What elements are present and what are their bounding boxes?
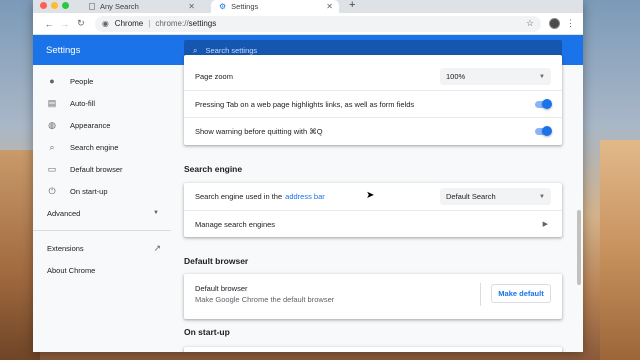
page-zoom-value: 100% <box>446 72 466 81</box>
quit-warning-label: Show warning before quitting with ⌘Q <box>195 126 323 136</box>
chrome-menu-icon[interactable]: ⋮ <box>566 18 575 29</box>
new-tab-button[interactable]: + <box>349 0 355 11</box>
tab-highlight-row: Pressing Tab on a web page highlights li… <box>184 90 562 117</box>
sidebar-item-label: Appearance <box>70 120 111 130</box>
quit-warning-row: Show warning before quitting with ⌘Q <box>184 117 562 144</box>
sidebar-item-label: Auto-fill <box>70 98 96 108</box>
search-icon: ⌕ <box>193 45 198 55</box>
chevron-right-icon: ▶ <box>542 221 548 228</box>
make-default-button[interactable]: Make default <box>480 283 551 306</box>
chrome-site-icon: ◉ <box>101 19 109 28</box>
default-browser-text: Default browser Make Google Chrome the d… <box>195 283 334 305</box>
sidebar-advanced-toggle[interactable]: Advanced ▼ <box>33 202 171 224</box>
forward-button[interactable]: → <box>57 19 73 29</box>
gear-icon: ⚙ <box>219 2 227 11</box>
search-engine-select[interactable]: Default Search ▼ <box>440 188 551 205</box>
browser-window: Any Search ✕ ⚙ Settings ✕ + ← → ↻ ◉ Chro… <box>33 0 583 352</box>
bookmark-star-icon[interactable]: ☆ <box>526 18 534 29</box>
sidebar-item-default-browser[interactable]: ▭ Default browser <box>33 158 171 180</box>
tab-settings[interactable]: ⚙ Settings ✕ <box>211 0 339 13</box>
dropdown-arrow-icon: ▼ <box>539 73 545 80</box>
person-icon: ● <box>49 76 55 86</box>
mouse-cursor-icon: ➤ <box>366 190 375 201</box>
sidebar-item-appearance[interactable]: ◍ Appearance <box>33 114 171 136</box>
startup-heading: On start-up <box>184 327 230 337</box>
page-icon <box>89 3 95 10</box>
default-browser-card: Default browser Make Google Chrome the d… <box>184 274 562 319</box>
tab-highlight-toggle[interactable] <box>535 99 552 109</box>
tab-label: Settings <box>231 2 259 11</box>
dropdown-arrow-icon: ▼ <box>539 193 545 200</box>
reload-button[interactable]: ↻ <box>73 18 89 29</box>
sidebar-item-label: Advanced <box>47 208 81 218</box>
quit-warning-toggle[interactable] <box>535 126 552 136</box>
url-scheme: chrome:// <box>155 19 189 28</box>
site-name: Chrome <box>114 19 144 28</box>
profile-avatar[interactable] <box>549 18 561 29</box>
chevron-down-icon: ▼ <box>153 210 159 216</box>
appearance-card: Page zoom 100% ▼ Pressing Tab on a web p… <box>184 55 562 145</box>
window-controls <box>40 2 69 9</box>
maximize-window-button[interactable] <box>62 2 69 9</box>
tab-any-search[interactable]: Any Search ✕ <box>83 0 201 13</box>
search-icon: ⌕ <box>49 141 55 152</box>
address-bar-link[interactable]: address bar <box>285 192 325 201</box>
close-tab-icon[interactable]: ✕ <box>326 2 333 11</box>
sidebar-item-label: On start-up <box>70 186 108 196</box>
back-button[interactable]: ← <box>41 19 57 29</box>
manage-search-engines-label: Manage search engines <box>195 219 276 229</box>
default-browser-subtitle: Make Google Chrome the default browser <box>195 295 335 304</box>
open-external-icon: ↗ <box>153 242 161 253</box>
default-browser-title: Default browser <box>195 284 248 293</box>
palette-icon: ◍ <box>48 119 56 130</box>
tab-highlight-label: Pressing Tab on a web page highlights li… <box>195 99 415 109</box>
tab-label: Any Search <box>100 2 139 11</box>
url-path: settings <box>188 19 217 28</box>
sidebar-item-label: People <box>70 76 94 86</box>
clipboard-icon: ▤ <box>47 97 57 108</box>
sidebar-item-autofill[interactable]: ▤ Auto-fill <box>33 92 171 114</box>
close-window-button[interactable] <box>40 2 47 9</box>
desktop-wallpaper-right <box>600 140 640 360</box>
default-browser-heading: Default browser <box>184 256 249 266</box>
startup-card <box>184 347 562 352</box>
power-icon: ⏻ <box>48 185 56 196</box>
address-bar[interactable]: ◉ Chrome | chrome:// settings ☆ <box>94 15 542 32</box>
sidebar-item-about[interactable]: About Chrome <box>33 259 171 281</box>
settings-body: ● People ▤ Auto-fill ◍ Appearance ⌕ Sear… <box>33 55 583 352</box>
manage-search-engines-row[interactable]: Manage search engines ▶ <box>184 210 562 237</box>
tab-strip: Any Search ✕ ⚙ Settings ✕ + <box>33 0 583 13</box>
browser-toolbar: ← → ↻ ◉ Chrome | chrome:// settings ☆ ⋮ <box>33 13 583 35</box>
search-engine-heading: Search engine <box>184 164 243 174</box>
page-scrollbar[interactable] <box>577 210 581 285</box>
settings-main: Page zoom 100% ▼ Pressing Tab on a web p… <box>184 55 562 352</box>
sidebar-item-label: About Chrome <box>47 265 96 275</box>
settings-sidebar: ● People ▤ Auto-fill ◍ Appearance ⌕ Sear… <box>33 65 171 352</box>
sidebar-item-label: Extensions <box>47 243 84 253</box>
minimize-window-button[interactable] <box>51 2 58 9</box>
browser-icon: ▭ <box>47 163 57 174</box>
page-zoom-select[interactable]: 100% ▼ <box>440 68 551 85</box>
search-input[interactable] <box>205 46 506 55</box>
page-zoom-label: Page zoom <box>195 72 233 81</box>
sidebar-item-label: Search engine <box>70 142 119 152</box>
omnibox-separator: | <box>148 19 151 28</box>
sidebar-divider <box>33 230 171 231</box>
page-zoom-row: Page zoom 100% ▼ <box>184 63 562 90</box>
page-title: Settings <box>46 44 81 56</box>
search-engine-value: Default Search <box>446 192 496 201</box>
close-tab-icon[interactable]: ✕ <box>188 2 195 11</box>
sidebar-item-label: Default browser <box>70 164 123 174</box>
sidebar-item-people[interactable]: ● People <box>33 70 171 92</box>
sidebar-item-extensions[interactable]: Extensions ↗ <box>33 237 171 259</box>
sidebar-item-search-engine[interactable]: ⌕ Search engine <box>33 136 171 158</box>
sidebar-item-on-startup[interactable]: ⏻ On start-up <box>33 180 171 202</box>
search-engine-used-label: Search engine used in the <box>195 192 283 201</box>
